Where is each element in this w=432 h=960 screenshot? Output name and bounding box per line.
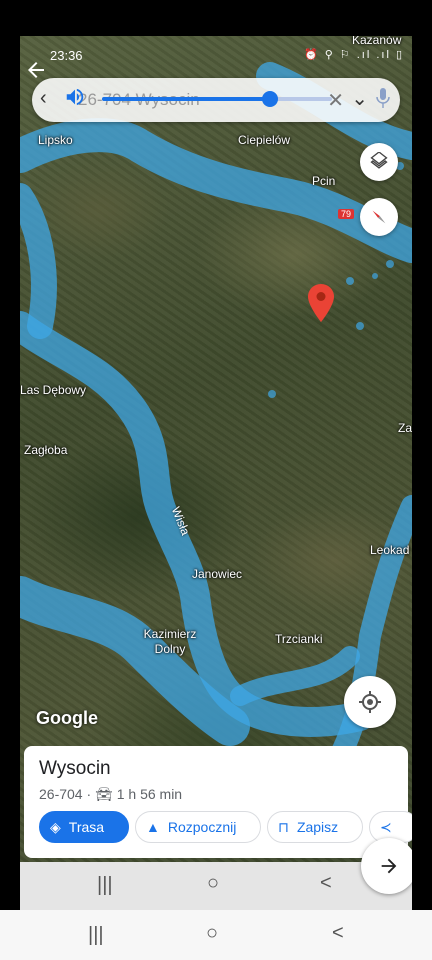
clear-icon[interactable]: ✕	[327, 88, 344, 113]
navigation-icon: ▲	[146, 819, 160, 835]
my-location-button[interactable]	[344, 676, 396, 728]
travel-duration: 1 h 56 min	[116, 786, 183, 802]
status-time: 23:36	[50, 48, 83, 63]
compass-button[interactable]	[360, 198, 398, 236]
place-label: Ciepielów	[238, 133, 291, 147]
arrow-right-icon	[381, 858, 397, 874]
volume-slider-fill	[102, 97, 270, 101]
place-label: Kazimierz Dolny	[143, 627, 197, 656]
home-icon[interactable]: ○	[207, 872, 219, 895]
start-button[interactable]: ▲ Rozpocznij	[135, 811, 261, 843]
route-button-label: Trasa	[68, 819, 105, 835]
place-label: Las Dębowy	[20, 383, 87, 397]
place-subtitle: 26-704 · 🚘︎ 1 h 56 min	[39, 786, 182, 803]
postal-code: 26-704	[39, 786, 83, 802]
place-label: Lipsko	[38, 133, 73, 147]
my-location-icon	[359, 691, 381, 713]
chevron-down-icon[interactable]: ⌄	[351, 86, 368, 111]
status-icons: ⏰ ⚲ ⚐ .ıl .ıl ▯	[303, 49, 404, 61]
volume-icon[interactable]	[64, 86, 86, 108]
car-icon: 🚘︎	[95, 786, 113, 802]
app-nav-bar: ||| ○ <	[20, 862, 412, 910]
google-logo: Google	[36, 708, 98, 728]
place-label: Janowiec	[192, 567, 243, 581]
road-number-badge: 79	[338, 209, 355, 219]
next-button[interactable]	[361, 838, 412, 894]
save-button-label: Zapisz	[296, 819, 339, 835]
place-label: Leokad	[370, 543, 410, 557]
chevron-left-icon[interactable]: ‹	[40, 87, 47, 110]
start-button-label: Rozpocznij	[167, 819, 237, 835]
flood-zone-left	[20, 183, 57, 339]
place-label: Zagłoba	[24, 443, 68, 457]
volume-slider[interactable]	[102, 91, 332, 107]
volume-slider-thumb[interactable]	[261, 91, 278, 107]
separator: ·	[86, 786, 92, 802]
share-icon: ≺	[380, 818, 392, 835]
place-label: Za	[398, 421, 412, 435]
back-icon[interactable]: <	[332, 922, 344, 945]
save-button[interactable]: ⊓ Zapisz	[267, 811, 363, 843]
place-card[interactable]: Wysocin 26-704 · 🚘︎ 1 h 56 min ◈ Trasa ▲…	[24, 746, 412, 858]
flood-zone-bottom	[230, 646, 360, 706]
place-label: Pcin	[312, 174, 336, 188]
layers-icon	[370, 152, 388, 169]
directions-icon: ◈	[50, 818, 61, 835]
layers-button[interactable]	[360, 143, 398, 181]
phone-screen: Lipsko Ciepielów Pcin Kazanów Las Dębowy…	[20, 36, 412, 910]
route-button[interactable]: ◈ Trasa	[39, 811, 129, 843]
status-bar: 23:36 ⏰ ⚲ ⚐ .ıl .ıl ▯	[20, 36, 412, 66]
flood-zone-upper	[20, 118, 412, 263]
recents-icon[interactable]: |||	[97, 874, 113, 897]
bookmark-icon: ⊓	[278, 818, 289, 835]
home-icon[interactable]: ○	[206, 922, 218, 945]
recents-icon[interactable]: |||	[88, 924, 104, 947]
mic-icon[interactable]	[376, 88, 390, 108]
place-label: Trzcianki	[275, 632, 323, 646]
search-bar[interactable]: ‹ 26-704 Wysocin ✕ ⌄	[32, 78, 400, 122]
back-icon[interactable]: <	[320, 872, 332, 895]
place-title: Wysocin	[39, 758, 111, 779]
system-nav-bar: ||| ○ <	[0, 910, 432, 960]
compass-icon	[372, 210, 386, 224]
